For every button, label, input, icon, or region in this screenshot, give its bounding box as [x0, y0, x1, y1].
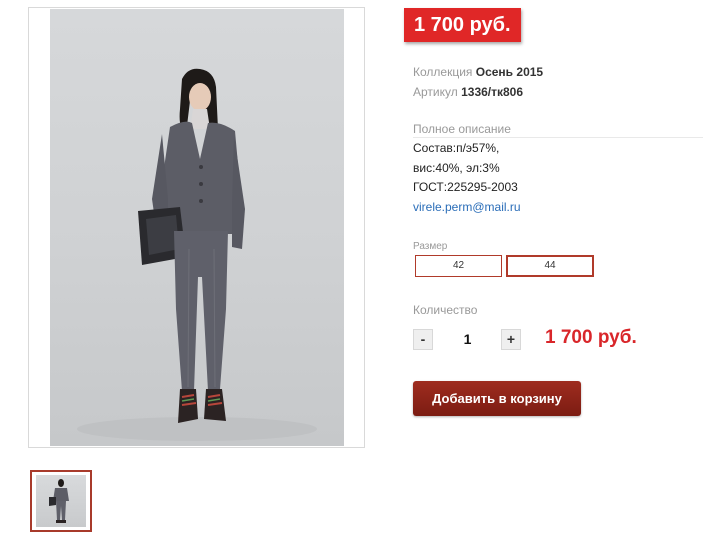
description-title: Полное описание [413, 122, 703, 138]
size-label: Размер [413, 241, 448, 252]
collection-label: Коллекция [413, 65, 473, 79]
email-link[interactable]: virele.perm@mail.ru [413, 200, 521, 214]
main-product-photo[interactable] [50, 9, 344, 446]
thumbnail-photo [36, 475, 86, 527]
quantity-decrease-button[interactable]: - [413, 329, 433, 350]
collection-row: Коллекция Осень 2015 [413, 65, 543, 79]
size-option-44-selected[interactable]: 44 [506, 255, 594, 277]
size-option-42[interactable]: 42 [415, 255, 502, 277]
description-line: Состав:п/э57%, [413, 141, 500, 155]
quantity-increase-button[interactable]: + [501, 329, 521, 350]
quantity-label: Количество [413, 303, 478, 317]
article-row: Артикул 1336/тк806 [413, 85, 523, 99]
thumbnail-model-illustration [49, 479, 69, 523]
total-price: 1 700 руб. [545, 327, 637, 348]
product-thumbnail[interactable] [30, 470, 92, 532]
article-label: Артикул [413, 85, 458, 99]
main-product-image-frame[interactable] [28, 7, 365, 448]
description-line: ГОСТ:225295-2003 [413, 180, 518, 194]
collection-value: Осень 2015 [475, 65, 544, 79]
add-to-cart-button[interactable]: Добавить в корзину [413, 381, 581, 416]
description-line: вис:40%, эл:3% [413, 161, 500, 175]
model-illustration [77, 68, 317, 441]
quantity-value[interactable]: 1 [445, 331, 490, 347]
price-badge: 1 700 руб. [404, 8, 521, 42]
article-value: 1336/тк806 [461, 85, 524, 99]
